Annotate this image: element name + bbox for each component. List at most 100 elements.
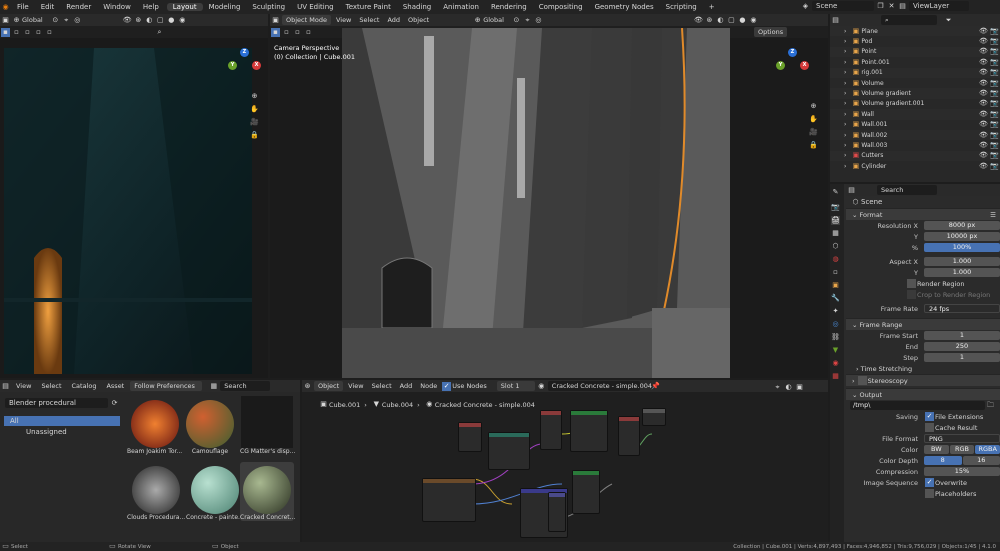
orientation-label[interactable]: Global [22, 16, 43, 24]
left-nav-gizmo[interactable]: Z Y X [228, 48, 264, 84]
tab-shading[interactable]: Shading [397, 3, 437, 11]
outliner-search[interactable]: ⌕ [881, 15, 937, 25]
world-tab-icon[interactable]: ◍ [831, 255, 840, 264]
snap-icon[interactable]: ⌖ [523, 16, 532, 25]
tab-texture-paint[interactable]: Texture Paint [340, 3, 397, 11]
select-tool-icon[interactable]: ▪ [1, 27, 10, 37]
outliner-item[interactable]: › ▣ Pod 👁 📷 [830, 36, 1000, 46]
eye-icon[interactable]: 👁 [979, 141, 988, 150]
aspect-x-field[interactable]: 1.000 [924, 257, 1000, 266]
output-section-header[interactable]: ⌄ Output [846, 388, 1000, 400]
left-viewport[interactable]: ▣ ⊕ Global ⊙ ⌖ ◎ 👁 ⊛ ◐ ▢ ● ◉ ▪ ▫ ▫ ▫ ▫ ⌕… [0, 14, 268, 378]
constraints-tab-icon[interactable]: ⛓ [831, 333, 840, 342]
expand-icon[interactable]: › [844, 90, 846, 97]
camera-icon[interactable]: 📷 [990, 79, 999, 88]
texture-node[interactable] [572, 470, 600, 514]
view-layer-field[interactable]: ViewLayer [909, 1, 969, 11]
color-rgba-button[interactable]: RGBA [975, 445, 1000, 454]
outliner-item[interactable]: › ▣ Wall.003 👁 📷 [830, 140, 1000, 150]
output-tab-icon[interactable]: 🖨 [831, 216, 840, 225]
resolution-x-field[interactable]: 8000 px [924, 221, 1000, 230]
visibility-icon[interactable]: 👁 [694, 16, 703, 25]
menu-asset[interactable]: Asset [101, 382, 129, 390]
outliner-item[interactable]: › ▣ Cylinder 👁 📷 [830, 161, 1000, 171]
close-icon[interactable]: ✕ [887, 2, 896, 11]
snap-icon[interactable]: ⌖ [62, 16, 71, 25]
pan-icon[interactable]: ✋ [250, 105, 259, 114]
outliner-item[interactable]: › ▣ Point 👁 📷 [830, 46, 1000, 58]
menu-object[interactable]: Object [404, 16, 433, 24]
outliner-item[interactable]: › ▣ Volume gradient 👁 📷 [830, 88, 1000, 99]
shader-type-dropdown[interactable]: Object [314, 381, 344, 391]
presets-icon[interactable]: ☰ [990, 211, 1000, 219]
file-format-dropdown[interactable]: PNG [924, 434, 1000, 443]
options-button[interactable]: Options [754, 27, 788, 37]
object-tab-icon[interactable]: ▣ [831, 281, 840, 290]
camera-icon[interactable]: 📷 [990, 37, 999, 46]
menu-select[interactable]: Select [36, 382, 66, 390]
snap-icon[interactable]: ⌖ [773, 383, 782, 392]
grid-view-icon[interactable]: ▦ [209, 382, 218, 391]
view-layer-tab-icon[interactable]: ▦ [831, 229, 840, 238]
orientation-label[interactable]: Global [483, 16, 504, 24]
camera-icon[interactable]: 📷 [990, 27, 999, 36]
camera-icon[interactable]: 📷 [990, 99, 999, 108]
mode-icon-2[interactable]: ▫ [293, 28, 302, 37]
outliner-item[interactable]: › ▣ Plane 👁 📷 [830, 26, 1000, 37]
camera-icon[interactable]: 📷 [990, 131, 999, 140]
node-editor[interactable]: ⊛ Object View Select Add Node ✓ Use Node… [302, 380, 828, 542]
catalog-unassigned[interactable]: Unassigned [4, 426, 120, 438]
menu-view[interactable]: View [11, 382, 36, 390]
expand-icon[interactable]: › [844, 38, 846, 45]
lock-icon[interactable]: 🔒 [809, 141, 818, 150]
eye-icon[interactable]: 👁 [979, 68, 988, 77]
visibility-icon[interactable]: 👁 [123, 16, 132, 25]
eye-icon[interactable]: 👁 [979, 162, 988, 171]
pivot-icon[interactable]: ⊙ [51, 16, 60, 25]
frame-rate-dropdown[interactable]: 24 fps [924, 304, 1000, 313]
menu-view[interactable]: View [332, 16, 355, 24]
refresh-icon[interactable]: ⟳ [110, 399, 119, 408]
tab-modeling[interactable]: Modeling [203, 3, 247, 11]
color-rgb-button[interactable]: RGB [949, 445, 975, 454]
properties-search[interactable]: Search [877, 185, 937, 195]
y-axis-icon[interactable]: Y [776, 61, 785, 70]
eye-icon[interactable]: 👁 [979, 89, 988, 98]
expand-icon[interactable]: › [844, 132, 846, 139]
catalog-all[interactable]: All [4, 416, 120, 426]
outliner-item[interactable]: › ▣ Wall 👁 📷 [830, 109, 1000, 120]
library-dropdown[interactable]: Blender procedural [5, 398, 108, 408]
blender-logo-icon[interactable]: ◉ [1, 3, 10, 12]
import-method-dropdown[interactable]: Follow Preferences [130, 381, 203, 391]
asset-clouds[interactable]: Clouds Procedura... [127, 466, 185, 521]
shader-node[interactable] [570, 410, 608, 452]
modifier-tab-icon[interactable]: 🔧 [831, 294, 840, 303]
y-axis-icon[interactable]: Y [228, 61, 237, 70]
eye-icon[interactable]: 👁 [979, 131, 988, 140]
depth-8-button[interactable]: 8 [924, 456, 962, 465]
expand-icon[interactable]: › [844, 100, 846, 107]
menu-file[interactable]: File [11, 3, 35, 11]
asset-cracked-concrete[interactable]: Cracked Concret... [240, 462, 295, 521]
outliner-item[interactable]: › ▣ Volume gradient.001 👁 📷 [830, 99, 1000, 109]
backdrop-icon[interactable]: ▣ [795, 383, 804, 392]
tab-rendering[interactable]: Rendering [485, 3, 533, 11]
stereoscopy-checkbox[interactable] [857, 376, 867, 385]
expand-icon[interactable]: › [844, 111, 846, 118]
mode-icon-3[interactable]: ▫ [304, 28, 313, 37]
eye-icon[interactable]: 👁 [979, 120, 988, 129]
z-axis-icon[interactable]: Z [788, 48, 797, 57]
menu-select[interactable]: Select [355, 16, 383, 24]
scene-field[interactable]: Scene [812, 1, 874, 11]
depth-16-button[interactable]: 16 [962, 456, 1000, 465]
eye-icon[interactable]: 👁 [979, 27, 988, 36]
outliner-item[interactable]: › ▣ Point.001 👁 📷 [830, 57, 1000, 67]
select-tool-icon[interactable]: ▪ [271, 27, 280, 37]
proportional-icon[interactable]: ◎ [534, 16, 543, 25]
gizmo-icon[interactable]: ⊛ [134, 16, 143, 25]
shading-rendered-icon[interactable]: ◉ [178, 16, 187, 25]
frame-range-section-header[interactable]: ⌄ Frame Range [846, 318, 1000, 330]
texture-tab-icon[interactable]: ▦ [831, 372, 840, 381]
search-icon[interactable]: ⌕ [155, 28, 164, 37]
expand-icon[interactable]: › [844, 121, 846, 128]
